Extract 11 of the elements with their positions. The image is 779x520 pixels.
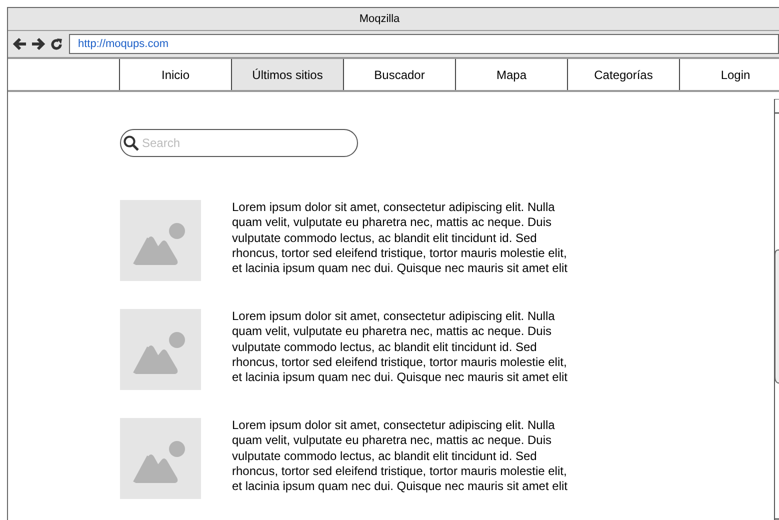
search-field[interactable]: Search bbox=[120, 129, 358, 157]
window-title: Moqzilla bbox=[359, 13, 400, 25]
result-text: Lorem ipsum dolor sit amet, consectetur adipiscing elit. Nulla quam velit, vulputate eu pharetra nec, mattis ac neque. Duis vulputate commodo lectus, ac blandit elit tincidunt id. Sed rhoncus, tortor sed eleifend tristique, tortor mauris molestie elit, et lacinia ipsum quam nec dui. Quisque nec mauris sit amet elit bbox=[232, 418, 568, 496]
result-text: Lorem ipsum dolor sit amet, consectetur adipiscing elit. Nulla quam velit, vulputate eu pharetra nec, mattis ac neque. Duis vulputate commodo lectus, ac blandit elit tincidunt id. Sed rhoncus, tortor sed eleifend tristique, tortor mauris molestie elit, et lacinia ipsum quam nec dui. Quisque nec mauris sit amet elit bbox=[232, 309, 568, 386]
forward-icon[interactable] bbox=[31, 37, 46, 51]
result-text: Lorem ipsum dolor sit amet, consectetur adipiscing elit. Nulla quam velit, vulputate eu pharetra nec, mattis ac neque. Duis vulputate commodo lectus, ac blandit elit tincidunt id. Sed rhoncus, tortor sed eleifend tristique, tortor mauris molestie elit, et lacinia ipsum quam nec dui. Quisque nec mauris sit amet elit bbox=[232, 200, 568, 278]
refresh-icon[interactable] bbox=[50, 38, 63, 50]
back-icon[interactable] bbox=[12, 37, 27, 51]
nav-tab[interactable]: Últimos sitios bbox=[231, 59, 343, 90]
search-icon bbox=[123, 135, 139, 151]
address-field[interactable]: http://moqups.com bbox=[69, 34, 779, 54]
